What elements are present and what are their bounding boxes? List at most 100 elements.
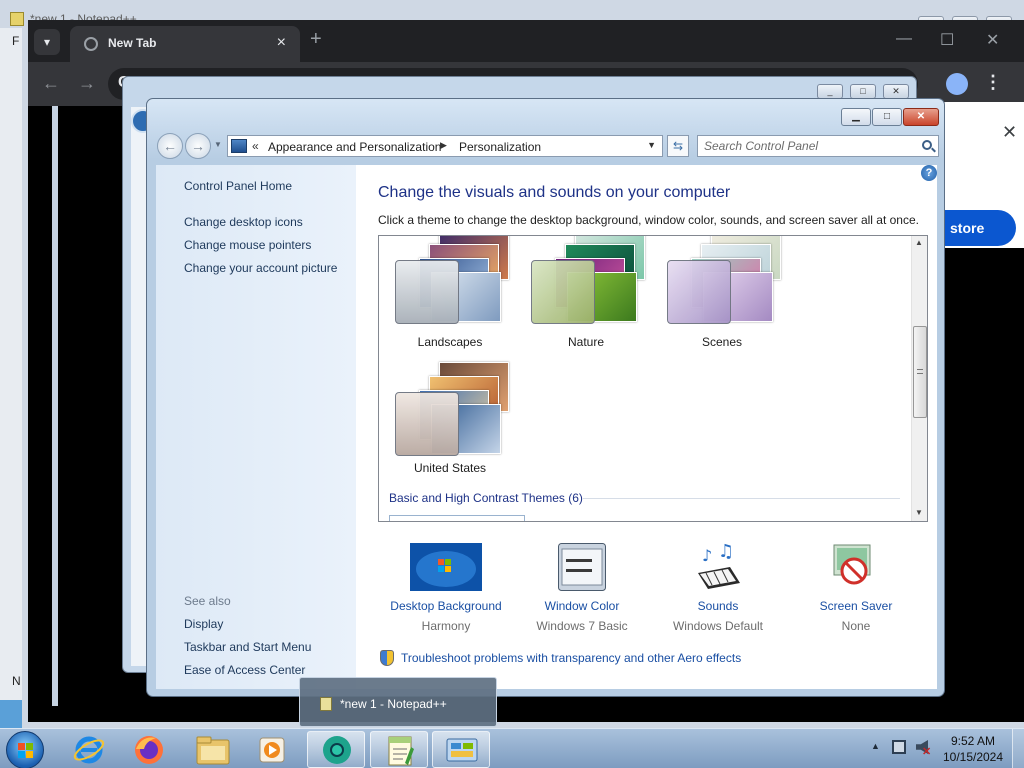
setting-screen-saver[interactable]: Screen Saver None <box>786 539 926 639</box>
taskbar-chrome[interactable] <box>307 731 365 768</box>
theme-label-scenes: Scenes <box>701 335 743 349</box>
start-button[interactable] <box>6 731 44 768</box>
grip-icon <box>917 369 923 374</box>
sidebar-link-desktop-icons[interactable]: Change desktop icons <box>184 215 303 229</box>
close-button[interactable]: ✕ <box>903 108 939 126</box>
search-input[interactable] <box>704 139 904 153</box>
theme-scenes[interactable]: Scenes <box>659 236 789 350</box>
scrollbar-thumb[interactable] <box>913 326 927 418</box>
breadcrumb-personalization[interactable]: Personalization <box>459 140 541 154</box>
scroll-down-arrow-icon[interactable]: ▼ <box>915 508 923 517</box>
back-button[interactable]: ← <box>157 133 183 159</box>
clock-time[interactable]: 9:52 AM <box>940 734 1006 748</box>
notepadpp-icon <box>320 697 332 711</box>
notepadpp-status-letter: N <box>12 674 21 688</box>
sidebar-link-mouse-pointers[interactable]: Change mouse pointers <box>184 238 311 252</box>
setting-label-screen-saver[interactable]: Screen Saver <box>786 599 926 613</box>
notepadpp-menu-letter[interactable]: F <box>12 34 19 48</box>
page-subtitle: Click a theme to change the desktop back… <box>378 213 919 227</box>
taskbar-internet-explorer[interactable] <box>60 731 118 768</box>
chrome-back-button[interactable]: ← <box>42 73 60 94</box>
search-box[interactable] <box>697 135 939 157</box>
back-window-close-button[interactable]: ✕ <box>883 84 909 99</box>
chrome-maximize-button[interactable]: ☐ <box>940 30 954 50</box>
window-color-icon <box>558 543 606 591</box>
theme-label-landscapes: Landscapes <box>417 335 483 349</box>
setting-label-desktop-background[interactable]: Desktop Background <box>376 599 516 613</box>
show-hidden-icons-icon[interactable]: ▲ <box>871 741 880 751</box>
theme-scenes-preview <box>667 260 731 324</box>
taskbar: ▲ ✕ 9:52 AM 10/15/2024 <box>0 728 1024 768</box>
setting-window-color[interactable]: Window Color Windows 7 Basic <box>512 539 652 639</box>
svg-text:♫: ♫ <box>718 543 734 562</box>
notepadpp-app-icon <box>10 12 24 26</box>
notepadpp-left-edge: F N <box>0 28 22 728</box>
sidebar-link-control-panel-home[interactable]: Control Panel Home <box>184 179 292 193</box>
show-desktop-button[interactable] <box>1012 729 1024 768</box>
setting-desktop-background[interactable]: Desktop Background Harmony <box>356 539 502 639</box>
see-also-link-display[interactable]: Display <box>184 617 223 631</box>
control-panel-icon <box>231 139 247 153</box>
address-bar[interactable]: « Appearance and Personalization ▶ Perso… <box>227 135 663 157</box>
setting-sounds[interactable]: ♪ ♫ Sounds Windows Default <box>648 539 788 639</box>
control-panel-icon <box>446 738 478 762</box>
see-also-link-ease-of-access[interactable]: Ease of Access Center <box>184 663 305 677</box>
popup-close-icon[interactable]: ✕ <box>1002 122 1017 143</box>
back-window-minimize-button[interactable]: _ <box>817 84 843 99</box>
basic-themes-header: Basic and High Contrast Themes (6) <box>389 491 583 505</box>
theme-nature[interactable]: Nature <box>523 236 653 350</box>
theme-nature-preview <box>531 260 595 324</box>
breadcrumb-appearance[interactable]: Appearance and Personalization <box>268 140 441 154</box>
chrome-minimize-button[interactable]: — <box>896 30 912 48</box>
taskbar-control-panel[interactable] <box>432 731 490 768</box>
address-dropdown-icon[interactable]: ▼ <box>647 140 656 150</box>
clock-date[interactable]: 10/15/2024 <box>940 750 1006 764</box>
taskbar-file-explorer[interactable] <box>184 731 242 768</box>
maximize-button[interactable]: □ <box>872 108 902 126</box>
profile-avatar-icon[interactable] <box>946 73 968 95</box>
taskbar-thumbnail-preview[interactable]: *new 1 - Notepad++ <box>299 677 497 727</box>
taskbar-firefox[interactable] <box>120 731 178 768</box>
chrome-close-button[interactable]: ✕ <box>986 30 999 50</box>
setting-value-desktop-background: Harmony <box>421 619 471 633</box>
theme-landscapes[interactable]: Landscapes <box>387 236 517 350</box>
setting-label-window-color[interactable]: Window Color <box>512 599 652 613</box>
help-icon[interactable]: ? <box>921 165 937 181</box>
new-tab-button[interactable]: + <box>310 28 322 51</box>
basic-theme-tile[interactable] <box>389 515 525 521</box>
back-window-maximize-button[interactable]: □ <box>850 84 876 99</box>
kebab-menu-icon[interactable]: ⋮ <box>984 72 1002 93</box>
media-player-icon <box>259 737 285 763</box>
chrome-forward-button[interactable]: → <box>78 73 96 94</box>
scroll-up-arrow-icon[interactable]: ▲ <box>915 238 923 247</box>
taskbar-notepadpp[interactable] <box>370 731 428 768</box>
troubleshoot-aero-link[interactable]: Troubleshoot problems with transparency … <box>401 651 741 665</box>
notepadpp-bottom-edge <box>0 700 22 730</box>
tab-search-button[interactable]: ▾ <box>34 29 60 55</box>
security-shield-icon <box>380 650 394 666</box>
breadcrumb-separator-icon[interactable]: ▶ <box>440 140 447 151</box>
sidebar-link-account-picture[interactable]: Change your account picture <box>184 261 337 275</box>
address-overflow-chevron[interactable]: « <box>252 139 259 153</box>
close-icon[interactable]: × <box>277 34 286 52</box>
taskbar-media-player[interactable] <box>244 731 302 768</box>
theme-list[interactable]: Landscapes Nature Scenes United States B… <box>378 235 928 522</box>
sounds-icon: ♪ ♫ <box>698 543 740 589</box>
forward-button[interactable]: → <box>185 133 211 159</box>
chrome-tab-new-tab[interactable]: New Tab × <box>70 26 300 62</box>
mute-indicator-icon: ✕ <box>922 746 932 758</box>
chrome-tab-strip: ▾ New Tab × + — ☐ ✕ <box>28 20 1024 62</box>
minimize-button[interactable]: ▁ <box>841 108 871 126</box>
page-title: Change the visuals and sounds on your co… <box>378 184 731 201</box>
network-icon[interactable] <box>892 740 906 754</box>
sidebar: Control Panel Home Change desktop icons … <box>156 165 356 689</box>
theme-landscapes-preview <box>395 260 459 324</box>
theme-list-scrollbar[interactable]: ▲ ▼ <box>911 236 927 521</box>
desktop-background-icon <box>410 543 482 591</box>
see-also-link-taskbar[interactable]: Taskbar and Start Menu <box>184 640 311 654</box>
refresh-button[interactable]: ⇆ <box>667 135 689 157</box>
search-icon[interactable] <box>922 140 932 150</box>
theme-united-states[interactable]: United States <box>387 356 517 476</box>
setting-label-sounds[interactable]: Sounds <box>648 599 788 613</box>
recent-pages-dropdown[interactable]: ▼ <box>214 140 222 149</box>
